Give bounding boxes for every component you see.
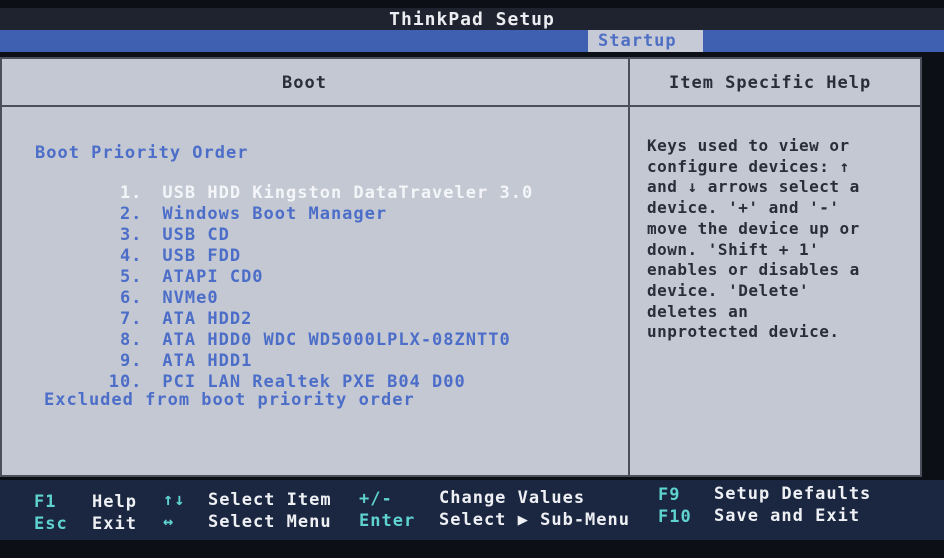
key-f1: F1 (34, 492, 57, 512)
key-left-right-desc: Select Menu (208, 512, 332, 532)
excluded-boot-list[interactable]: Excluded from boot priority order (44, 390, 415, 410)
panel-divider (628, 59, 630, 475)
header-divider (2, 105, 920, 107)
tab-startup[interactable]: Startup (588, 30, 703, 52)
key-esc: Esc (34, 514, 68, 534)
key-enter-desc: Select ▶ Sub-Menu (439, 510, 630, 530)
help-line: and ↓ arrows select a (647, 177, 860, 197)
key-f10: F10 (658, 507, 692, 527)
key-f9-desc: Setup Defaults (714, 484, 872, 504)
help-line: Keys used to view or (647, 136, 850, 155)
main-panel: Boot Item Specific Help Boot Priority Or… (0, 57, 922, 477)
help-line: move the device up or (647, 218, 860, 238)
key-f1-desc: Help (92, 492, 137, 512)
help-line: configure devices: ↑ (647, 156, 850, 176)
boot-priority-title: Boot Priority Order (35, 143, 249, 163)
help-line: device. '+' and '-' (647, 198, 840, 218)
help-header: Item Specific Help (669, 73, 872, 93)
key-legend-footer: F1 Help ↑↓ Select Item +/- Change Values… (0, 480, 944, 540)
boot-item-number: 10. (108, 372, 143, 392)
setup-title: ThinkPad Setup (0, 8, 944, 32)
key-f9: F9 (658, 485, 681, 505)
menu-tab-strip (0, 30, 944, 52)
key-up-down-desc: Select Item (208, 490, 332, 510)
help-line: enables or disables a (647, 260, 860, 280)
key-esc-desc: Exit (92, 514, 137, 534)
boot-header: Boot (282, 73, 327, 93)
key-enter: Enter (359, 511, 416, 531)
bios-screen: ThinkPad Setup Startup Boot Item Specifi… (0, 0, 944, 558)
key-plus-minus: +/- (359, 489, 393, 509)
help-line: unprotected device. (647, 322, 840, 342)
key-plus-minus-desc: Change Values (439, 488, 586, 508)
key-f10-desc: Save and Exit (714, 506, 861, 526)
item-help-text: Keys used to view or configure devices: … (647, 136, 907, 343)
help-line: down. 'Shift + 1' (647, 239, 820, 259)
key-up-down-arrows: ↑↓ (163, 490, 186, 510)
boot-item-label: PCI LAN Realtek PXE B04 D00 (162, 372, 466, 392)
help-line: deletes an (647, 301, 749, 321)
key-left-right-arrows: ↔ (163, 512, 175, 532)
help-line: device. 'Delete' (647, 280, 810, 300)
